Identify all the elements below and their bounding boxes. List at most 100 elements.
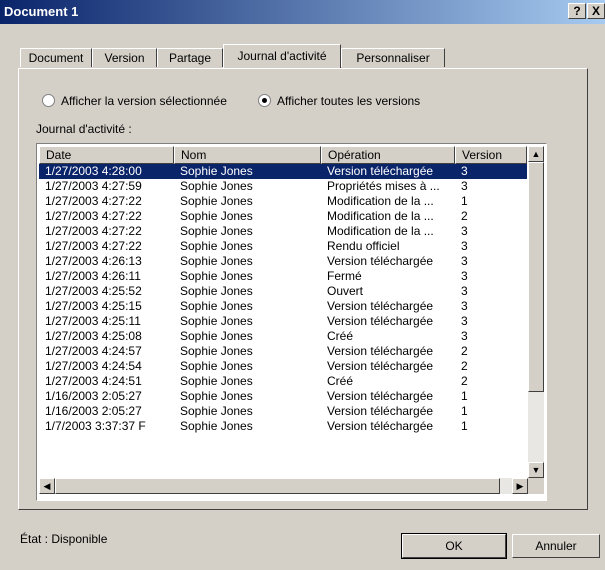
cell-version: 1 [461, 404, 468, 418]
table-row[interactable]: 1/27/2003 4:27:22 Sophie Jones Modificatio… [39, 209, 527, 224]
cell-name: Sophie Jones [180, 359, 253, 373]
tab-personnaliser[interactable]: Personnaliser [341, 48, 445, 67]
cell-name: Sophie Jones [180, 344, 253, 358]
radio-show-all[interactable]: Afficher toutes les versions [258, 94, 420, 110]
table-row[interactable]: 1/27/2003 4:25:11 Sophie Jones Version tél… [39, 314, 527, 329]
cell-date: 1/27/2003 4:27:22 [45, 194, 142, 208]
tab-document[interactable]: Document [20, 48, 92, 67]
table-row[interactable]: 1/27/2003 4:27:22 Sophie Jones Modificatio… [39, 194, 527, 209]
cell-name: Sophie Jones [180, 239, 253, 253]
cell-operation: Modification de la ... [327, 224, 434, 238]
column-header-name[interactable]: Nom [174, 146, 321, 164]
radio-show-selected-label: Afficher la version sélectionnée [61, 94, 227, 108]
cell-version: 3 [461, 299, 468, 313]
cell-date: 1/27/2003 4:27:22 [45, 209, 142, 223]
radio-show-all-label: Afficher toutes les versions [277, 94, 421, 108]
table-row[interactable]: 1/27/2003 4:26:11 Sophie Jones Fermé 3 [39, 269, 527, 284]
scroll-right-icon[interactable]: ▶ [512, 478, 528, 494]
cell-version: 2 [461, 209, 468, 223]
table-row[interactable]: 1/7/2003 3:37:37 F Sophie Jones Version té… [39, 419, 527, 434]
table-row[interactable]: 1/16/2003 2:05:27 Sophie Jones Version tél… [39, 389, 527, 404]
cell-version: 3 [461, 329, 468, 343]
table-row[interactable]: 1/27/2003 4:24:57 Sophie Jones Version tél… [39, 344, 527, 359]
cell-operation: Modification de la ... [327, 194, 434, 208]
tab-journal[interactable]: Journal d'activité [223, 44, 341, 68]
cancel-button[interactable]: Annuler [512, 534, 600, 558]
table-row[interactable]: 1/27/2003 4:28:00 Sophie Jones Version tél… [39, 164, 527, 179]
cell-operation: Version téléchargée [327, 404, 434, 418]
column-header-date[interactable]: Date [39, 146, 174, 164]
activity-log-label: Journal d'activité : [36, 122, 132, 136]
cell-name: Sophie Jones [180, 389, 253, 403]
scroll-up-icon[interactable]: ▲ [528, 146, 544, 162]
column-header-operation[interactable]: Opération [321, 146, 455, 164]
ok-button[interactable]: OK [402, 534, 506, 558]
cell-version: 1 [461, 194, 468, 208]
cell-name: Sophie Jones [180, 269, 253, 283]
table-row[interactable]: 1/27/2003 4:25:52 Sophie Jones Ouvert 3 [39, 284, 527, 299]
tab-version[interactable]: Version [92, 48, 157, 67]
cell-version: 3 [461, 284, 468, 298]
cell-version: 3 [461, 239, 468, 253]
close-button[interactable]: X [587, 3, 605, 19]
cell-operation: Propriétés mises à ... [327, 179, 440, 193]
table-row[interactable]: 1/27/2003 4:26:13 Sophie Jones Version tél… [39, 254, 527, 269]
cell-date: 1/27/2003 4:26:13 [45, 254, 142, 268]
cell-version: 1 [461, 419, 468, 433]
scroll-left-icon[interactable]: ◀ [39, 478, 55, 494]
table-row[interactable]: 1/27/2003 4:27:22 Sophie Jones Modificatio… [39, 224, 527, 239]
help-button[interactable]: ? [568, 3, 586, 19]
cell-operation: Version téléchargée [327, 299, 434, 313]
window-title: Document 1 [4, 4, 79, 19]
column-header-version[interactable]: Version [455, 146, 527, 164]
cell-name: Sophie Jones [180, 314, 253, 328]
cell-date: 1/27/2003 4:24:51 [45, 374, 142, 388]
cell-date: 1/27/2003 4:24:54 [45, 359, 142, 373]
radio-unchecked-icon[interactable] [42, 94, 55, 107]
cell-name: Sophie Jones [180, 284, 253, 298]
scroll-down-icon[interactable]: ▼ [528, 462, 544, 478]
horizontal-scrollbar[interactable]: ◀ ▶ [39, 478, 528, 494]
table-row[interactable]: 1/27/2003 4:25:08 Sophie Jones Créé 3 [39, 329, 527, 344]
cell-operation: Ouvert [327, 284, 364, 298]
cell-operation: Version téléchargée [327, 314, 434, 328]
radio-checked-icon[interactable] [258, 94, 271, 107]
cell-date: 1/7/2003 3:37:37 F [45, 419, 146, 433]
table-row[interactable]: 1/27/2003 4:24:51 Sophie Jones Créé 2 [39, 374, 527, 389]
cell-name: Sophie Jones [180, 374, 253, 388]
cell-name: Sophie Jones [180, 419, 253, 433]
cell-name: Sophie Jones [180, 194, 253, 208]
cell-date: 1/27/2003 4:27:59 [45, 179, 142, 193]
cell-name: Sophie Jones [180, 329, 253, 343]
cell-date: 1/27/2003 4:25:08 [45, 329, 142, 343]
table-row[interactable]: 1/27/2003 4:24:54 Sophie Jones Version tél… [39, 359, 527, 374]
cell-version: 3 [461, 179, 468, 193]
table-row[interactable]: 1/16/2003 2:05:27 Sophie Jones Version tél… [39, 404, 527, 419]
title-bar: Document 1 ? X [0, 0, 605, 24]
cell-operation: Version téléchargée [327, 389, 434, 403]
cell-version: 3 [461, 314, 468, 328]
cell-name: Sophie Jones [180, 299, 253, 313]
table-row[interactable]: 1/27/2003 4:25:15 Sophie Jones Version tél… [39, 299, 527, 314]
table-row[interactable]: 1/27/2003 4:27:22 Sophie Jones Rendu offic… [39, 239, 527, 254]
cell-version: 2 [461, 359, 468, 373]
cell-name: Sophie Jones [180, 179, 253, 193]
cell-date: 1/27/2003 4:27:22 [45, 224, 142, 238]
cell-date: 1/27/2003 4:25:52 [45, 284, 142, 298]
vertical-scrollbar[interactable]: ▲ ▼ [528, 146, 544, 478]
cell-date: 1/27/2003 4:25:11 [45, 314, 141, 328]
cell-date: 1/16/2003 2:05:27 [45, 389, 142, 403]
cell-version: 3 [461, 164, 468, 178]
cell-date: 1/27/2003 4:27:22 [45, 239, 142, 253]
cell-operation: Modification de la ... [327, 209, 434, 223]
radio-show-selected[interactable]: Afficher la version sélectionnée [42, 94, 227, 110]
cell-operation: Version téléchargée [327, 164, 434, 178]
cell-name: Sophie Jones [180, 209, 253, 223]
table-row[interactable]: 1/27/2003 4:27:59 Sophie Jones Propriétés … [39, 179, 527, 194]
tab-partage[interactable]: Partage [157, 48, 223, 67]
horizontal-scroll-thumb[interactable] [55, 478, 500, 494]
vertical-scroll-thumb[interactable] [528, 162, 544, 392]
cell-operation: Fermé [327, 269, 362, 283]
cell-operation: Créé [327, 374, 354, 388]
activity-log-list[interactable]: Date Nom Opération Version 1/27/2003 4:2… [36, 143, 547, 501]
